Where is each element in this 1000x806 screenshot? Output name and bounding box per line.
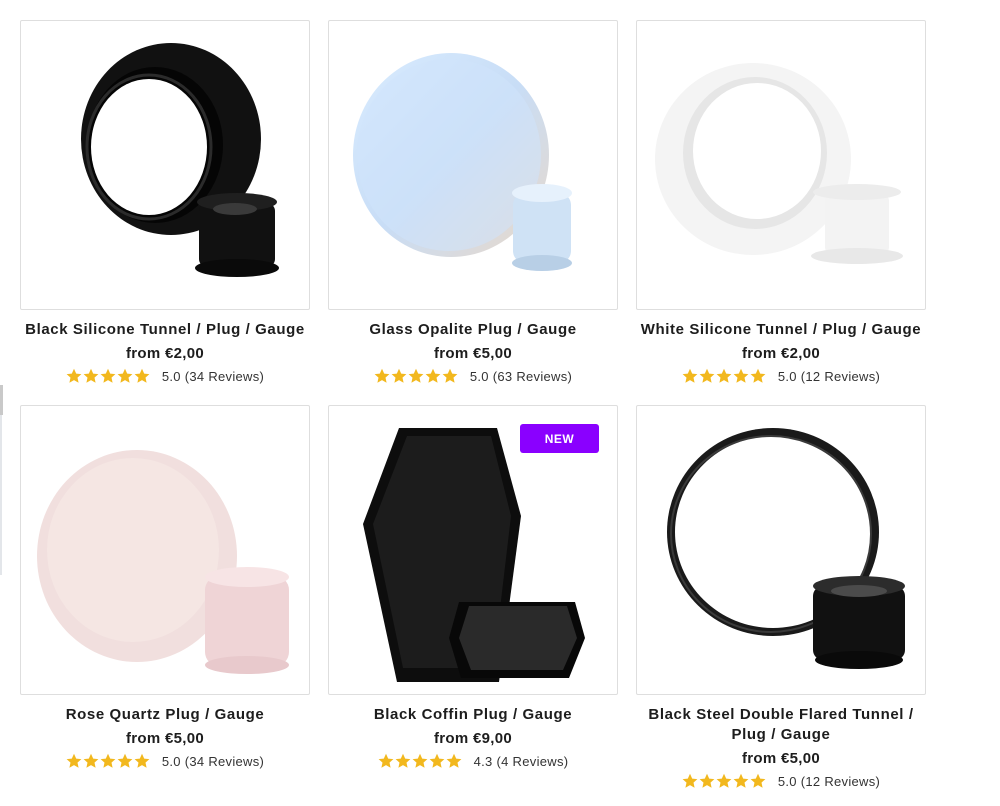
star-icon bbox=[733, 368, 749, 383]
star-icon bbox=[117, 753, 133, 768]
star-icon bbox=[750, 773, 766, 788]
product-title[interactable]: Black Silicone Tunnel / Plug / Gauge bbox=[20, 320, 310, 340]
star-icon bbox=[134, 753, 150, 768]
product-title[interactable]: White Silicone Tunnel / Plug / Gauge bbox=[636, 320, 926, 340]
price-value: €9,00 bbox=[472, 730, 513, 747]
star-icon bbox=[408, 368, 424, 383]
edge-marker bbox=[0, 385, 3, 415]
star-rating bbox=[66, 368, 151, 384]
new-badge: NEW bbox=[520, 424, 599, 453]
star-rating bbox=[682, 773, 767, 789]
rating-text: 4.3 (4 Reviews) bbox=[473, 753, 569, 769]
product-price: from €5,00 bbox=[20, 730, 310, 747]
price-value: €5,00 bbox=[472, 345, 513, 362]
star-icon bbox=[716, 773, 732, 788]
star-icon bbox=[100, 753, 116, 768]
star-icon bbox=[391, 368, 407, 383]
star-icon bbox=[134, 368, 150, 383]
product-rating[interactable]: 5.0 (63 Reviews) bbox=[328, 368, 618, 384]
product-card[interactable]: Glass Opalite Plug / Gauge from €5,00 5.… bbox=[328, 20, 618, 384]
product-title[interactable]: Black Coffin Plug / Gauge bbox=[328, 705, 618, 725]
price-value: €5,00 bbox=[780, 750, 821, 767]
star-icon bbox=[395, 753, 410, 768]
price-prefix: from bbox=[433, 345, 469, 362]
product-rating[interactable]: 5.0 (34 Reviews) bbox=[20, 753, 310, 769]
product-image-link[interactable] bbox=[20, 20, 310, 310]
star-icon bbox=[117, 368, 133, 383]
product-card[interactable]: Rose Quartz Plug / Gauge from €5,00 5.0 … bbox=[20, 405, 310, 769]
star-icon bbox=[83, 753, 99, 768]
product-image-link[interactable] bbox=[636, 405, 926, 695]
star-rating bbox=[374, 368, 459, 384]
star-icon bbox=[374, 368, 390, 383]
star-icon bbox=[699, 368, 715, 383]
black-steel-tunnel-image bbox=[667, 428, 905, 669]
star-icon bbox=[750, 368, 766, 383]
opalite-plug-image bbox=[353, 53, 572, 271]
star-rating bbox=[66, 753, 151, 769]
price-value: €5,00 bbox=[164, 730, 205, 747]
product-price: from €2,00 bbox=[20, 345, 310, 362]
star-icon bbox=[378, 753, 393, 768]
price-prefix: from bbox=[125, 730, 161, 747]
star-icon bbox=[66, 753, 82, 768]
product-title[interactable]: Black Steel Double Flared Tunnel / Plug … bbox=[636, 705, 926, 745]
black-silicone-tunnel-image bbox=[81, 43, 279, 277]
price-value: €2,00 bbox=[164, 345, 205, 362]
product-price: from €5,00 bbox=[328, 345, 618, 362]
star-icon bbox=[699, 773, 715, 788]
product-image-link[interactable]: NEW bbox=[328, 405, 618, 695]
product-title[interactable]: Rose Quartz Plug / Gauge bbox=[20, 705, 310, 725]
product-image-link[interactable] bbox=[636, 20, 926, 310]
product-rating[interactable]: 4.3 (4 Reviews) bbox=[328, 753, 618, 769]
star-icon bbox=[716, 368, 732, 383]
star-rating bbox=[378, 753, 463, 769]
product-title[interactable]: Glass Opalite Plug / Gauge bbox=[328, 320, 618, 340]
star-icon bbox=[682, 368, 698, 383]
product-rating[interactable]: 5.0 (34 Reviews) bbox=[20, 368, 310, 384]
star-icon bbox=[412, 753, 427, 768]
star-icon bbox=[682, 773, 698, 788]
product-image-link[interactable] bbox=[20, 405, 310, 695]
star-rating bbox=[682, 368, 767, 384]
star-icon bbox=[425, 368, 441, 383]
price-value: €2,00 bbox=[780, 345, 821, 362]
product-card[interactable]: White Silicone Tunnel / Plug / Gauge fro… bbox=[636, 20, 926, 384]
product-rating[interactable]: 5.0 (12 Reviews) bbox=[636, 773, 926, 789]
product-image-link[interactable] bbox=[328, 20, 618, 310]
rating-text: 5.0 (63 Reviews) bbox=[469, 368, 573, 384]
price-prefix: from bbox=[741, 750, 777, 767]
product-card[interactable]: Black Silicone Tunnel / Plug / Gauge fro… bbox=[20, 20, 310, 384]
price-prefix: from bbox=[741, 345, 777, 362]
star-icon bbox=[429, 753, 444, 768]
rating-text: 5.0 (34 Reviews) bbox=[161, 753, 265, 769]
rating-text: 5.0 (12 Reviews) bbox=[777, 368, 881, 384]
edge-marker bbox=[0, 415, 2, 575]
star-icon bbox=[733, 773, 749, 788]
product-rating[interactable]: 5.0 (12 Reviews) bbox=[636, 368, 926, 384]
product-card[interactable]: Black Steel Double Flared Tunnel / Plug … bbox=[636, 405, 926, 789]
star-icon bbox=[83, 368, 99, 383]
star-icon bbox=[442, 368, 458, 383]
product-card[interactable]: NEW Black Coffin Plug / Gauge from €9,00… bbox=[328, 405, 618, 769]
price-prefix: from bbox=[125, 345, 161, 362]
rose-quartz-plug-image bbox=[37, 450, 289, 674]
product-price: from €2,00 bbox=[636, 345, 926, 362]
star-icon bbox=[446, 753, 461, 768]
rating-text: 5.0 (12 Reviews) bbox=[777, 773, 881, 789]
rating-text: 5.0 (34 Reviews) bbox=[161, 368, 265, 384]
product-price: from €9,00 bbox=[328, 730, 618, 747]
white-silicone-tunnel-image bbox=[655, 63, 903, 264]
star-icon bbox=[66, 368, 82, 383]
price-prefix: from bbox=[433, 730, 469, 747]
star-icon bbox=[100, 368, 116, 383]
product-price: from €5,00 bbox=[636, 750, 926, 767]
